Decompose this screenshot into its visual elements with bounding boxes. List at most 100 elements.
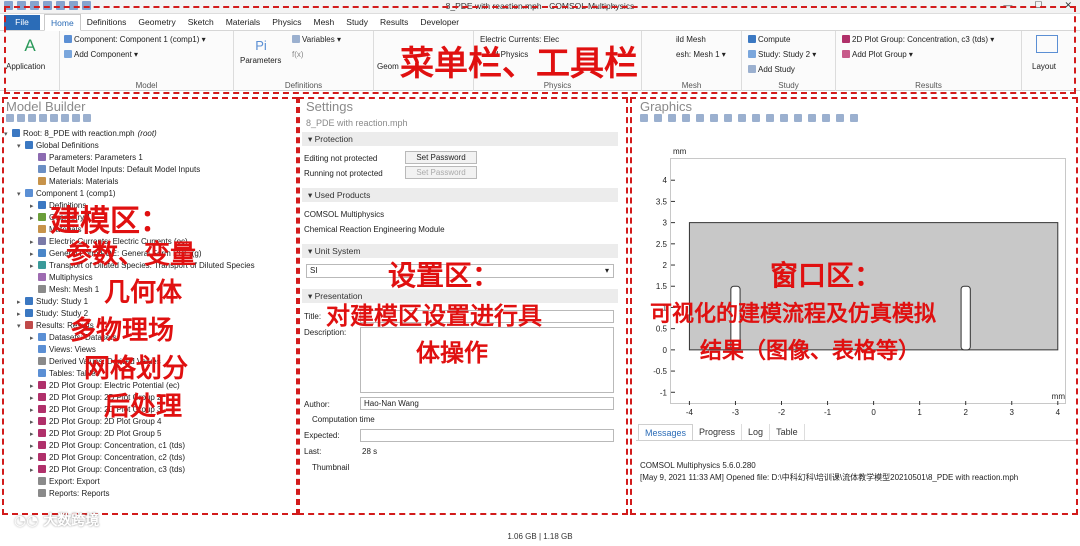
menu-tab-study[interactable]: Study <box>340 14 374 31</box>
layout-icon[interactable] <box>1036 35 1058 53</box>
menu-tab-definitions[interactable]: Definitions <box>81 14 133 31</box>
variables-button[interactable]: Variables ▾ <box>292 35 341 44</box>
tree-node[interactable]: ▸ 2D Plot Group: Concentration, c3 (tds) <box>4 464 296 476</box>
add-study-button[interactable]: Add Study <box>748 65 795 74</box>
expand-toggle-icon[interactable]: ▸ <box>30 465 38 476</box>
layout-button[interactable]: Layout <box>1032 62 1056 71</box>
expand-toggle-icon[interactable]: ▸ <box>30 237 38 248</box>
expand-toggle-icon[interactable]: ▸ <box>30 213 38 224</box>
geometry-button[interactable]: Geom <box>377 62 399 71</box>
tree-node[interactable]: ▾ Global Definitions <box>4 140 296 152</box>
tree-node[interactable]: ▾ Root: 8_PDE with reaction.mph (root) <box>4 128 296 140</box>
expand-toggle-icon[interactable]: ▸ <box>30 441 38 452</box>
view-icon[interactable] <box>724 114 732 122</box>
expand-toggle-icon[interactable]: ▸ <box>30 393 38 404</box>
tree-node[interactable]: ▸ 2D Plot Group: Concentration, c2 (tds) <box>4 452 296 464</box>
selection-list-icon[interactable] <box>822 114 830 122</box>
image-snapshot-icon[interactable] <box>836 114 844 122</box>
parameters-icon[interactable]: Pi <box>248 35 274 57</box>
build-mesh-button[interactable]: ild Mesh <box>676 35 706 44</box>
expand-toggle-icon[interactable]: ▾ <box>17 189 25 200</box>
expand-toggle-icon[interactable]: ▸ <box>30 453 38 464</box>
expand-toggle-icon[interactable]: ▸ <box>17 297 25 308</box>
tree-node[interactable]: Default Model Inputs: Default Model Inpu… <box>4 164 296 176</box>
expand-icon[interactable] <box>50 114 58 122</box>
menu-icon[interactable] <box>83 114 91 122</box>
application-button[interactable]: Application <box>6 62 45 71</box>
expand-toggle-icon[interactable]: ▸ <box>30 249 38 260</box>
component-select[interactable]: Component: Component 1 (comp1) ▾ <box>64 35 206 44</box>
section-protection[interactable]: ▾ Protection <box>302 132 618 146</box>
section-used-products[interactable]: ▾ Used Products <box>302 188 618 202</box>
zoom-box-icon[interactable] <box>668 114 676 122</box>
menu-tab-geometry[interactable]: Geometry <box>132 14 181 31</box>
functions-button[interactable]: f(x) <box>292 50 304 59</box>
scene-icon[interactable] <box>794 114 802 122</box>
expand-toggle-icon[interactable]: ▾ <box>4 129 12 140</box>
file-menu-button[interactable]: File <box>4 15 40 30</box>
tree-node-label: 2D Plot Group: Concentration, c3 (tds) <box>49 465 186 474</box>
messages-tab-table[interactable]: Table <box>770 424 805 440</box>
running-status: Running not protected <box>304 169 383 178</box>
print-icon[interactable] <box>850 114 858 122</box>
expand-toggle-icon[interactable]: ▸ <box>30 429 38 440</box>
set-password-button[interactable]: Set Password <box>405 151 477 164</box>
collapse-icon[interactable] <box>61 114 69 122</box>
menu-tab-results[interactable]: Results <box>374 14 414 31</box>
menu-tab-home[interactable]: Home <box>44 14 81 31</box>
minimize-icon[interactable]: — <box>1003 0 1012 11</box>
down-icon[interactable] <box>39 114 47 122</box>
menu-tab-physics[interactable]: Physics <box>266 14 307 31</box>
menu-tab-mesh[interactable]: Mesh <box>307 14 340 31</box>
expand-toggle-icon[interactable]: ▾ <box>17 141 25 152</box>
up-icon[interactable] <box>28 114 36 122</box>
grid-icon[interactable] <box>808 114 816 122</box>
zoom-in-icon[interactable] <box>640 114 648 122</box>
parameters-button[interactable]: Parameters <box>240 56 281 65</box>
tree-node[interactable]: ▸ 2D Plot Group: Concentration, c1 (tds) <box>4 440 296 452</box>
wireframe-icon[interactable] <box>780 114 788 122</box>
plot-group-select[interactable]: 2D Plot Group: Concentration, c3 (tds) ▾ <box>842 35 994 44</box>
menu-tab-developer[interactable]: Developer <box>414 14 465 31</box>
menu-tab-sketch[interactable]: Sketch <box>182 14 220 31</box>
messages-tab-messages[interactable]: Messages <box>638 424 694 440</box>
tree-node[interactable]: ▸ 2D Plot Group: 2D Plot Group 5 <box>4 428 296 440</box>
select-icon[interactable] <box>710 114 718 122</box>
zoom-out-icon[interactable] <box>654 114 662 122</box>
author-field[interactable]: Hao-Nan Wang <box>360 397 614 410</box>
expand-toggle-icon[interactable]: ▸ <box>30 201 38 212</box>
add-component-button[interactable]: Add Component ▾ <box>64 50 138 59</box>
compute-button[interactable]: Compute <box>748 35 790 44</box>
tree-node[interactable]: Reports: Reports <box>4 488 296 500</box>
study-select[interactable]: Study: Study 2 ▾ <box>748 50 816 59</box>
expand-toggle-icon[interactable]: ▸ <box>17 309 25 320</box>
tree-node[interactable]: Parameters: Parameters 1 <box>4 152 296 164</box>
axis-icon[interactable] <box>696 114 704 122</box>
expected-field[interactable] <box>360 429 614 442</box>
expand-toggle-icon[interactable]: ▸ <box>30 381 38 392</box>
mesh-select[interactable]: esh: Mesh 1 ▾ <box>676 50 726 59</box>
tree-node[interactable]: Export: Export <box>4 476 296 488</box>
forward-icon[interactable] <box>17 114 25 122</box>
expand-toggle-icon[interactable]: ▸ <box>30 417 38 428</box>
set-password-button-disabled[interactable]: Set Password <box>405 166 477 179</box>
application-builder-icon[interactable]: A <box>17 35 43 57</box>
zoom-extents-icon[interactable] <box>682 114 690 122</box>
expand-toggle-icon[interactable]: ▸ <box>30 405 38 416</box>
tree-node[interactable]: Materials: Materials <box>4 176 296 188</box>
show-icon[interactable] <box>72 114 80 122</box>
expand-toggle-icon[interactable]: ▸ <box>30 261 38 272</box>
transparency-icon[interactable] <box>766 114 774 122</box>
close-icon[interactable]: ✕ <box>1064 0 1072 11</box>
messages-tab-log[interactable]: Log <box>742 424 771 440</box>
render-icon[interactable] <box>738 114 746 122</box>
expand-toggle-icon[interactable]: ▾ <box>17 321 25 332</box>
expand-toggle-icon[interactable]: ▸ <box>30 333 38 344</box>
add-plot-group-button[interactable]: Add Plot Group ▾ <box>842 50 913 59</box>
maximize-icon[interactable]: ☐ <box>1034 0 1042 11</box>
light-icon[interactable] <box>752 114 760 122</box>
annotation-model-item: 网格划分 <box>84 354 189 384</box>
menu-tab-materials[interactable]: Materials <box>220 14 266 31</box>
messages-tab-progress[interactable]: Progress <box>693 424 743 440</box>
back-icon[interactable] <box>6 114 14 122</box>
